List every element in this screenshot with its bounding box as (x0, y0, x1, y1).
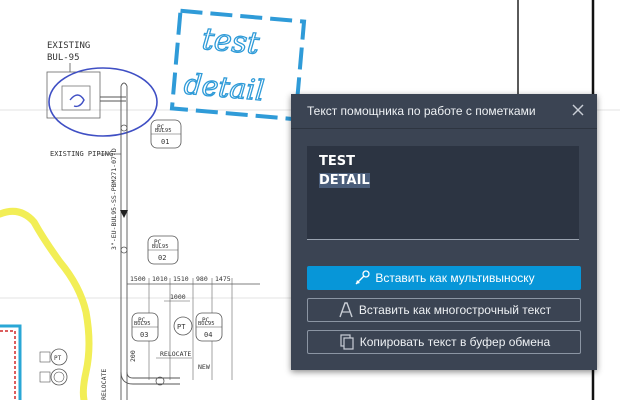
copy-clipboard-button[interactable]: Копировать текст в буфер обмена (307, 330, 581, 354)
tag-label: BUL95 (155, 128, 172, 134)
insert-mtext-button[interactable]: Вставить как многострочный текст (307, 298, 581, 322)
dimension-text: 1510 (173, 275, 189, 283)
dimension-text: 1500 (130, 275, 146, 283)
panel-title: Текст помощника по работе с пометками (307, 104, 536, 118)
copy-clipboard-label: Копировать текст в буфер обмена (359, 335, 551, 349)
pt-label: PT (54, 355, 62, 362)
pipe-spec-label: 3"-EU-BUL95-SS-PBM271-07-D (110, 148, 118, 250)
tag-bubble-01: PC BUL95 01 (150, 119, 182, 149)
title-separator (291, 128, 597, 129)
sketch-circle (48, 67, 158, 137)
insert-mtext-label: Вставить как многострочный текст (358, 303, 552, 317)
insert-mleader-label: Вставить как мультивыноску (375, 271, 535, 285)
tag-label: 04 (204, 331, 212, 339)
markup-frame-cyan (0, 324, 22, 400)
valve-symbol (120, 124, 128, 132)
insert-mleader-button[interactable]: Вставить как мультивыноску (307, 266, 581, 290)
tag-label: BUL95 (198, 321, 215, 327)
pipe-bend (120, 82, 128, 87)
relocate-label: RELOCATE (160, 350, 191, 358)
dimension-text: 200 (129, 350, 137, 362)
new-label: NEW (198, 363, 210, 371)
instrument-box (39, 371, 51, 383)
copy-icon (338, 333, 356, 351)
dimension-text: 1010 (152, 275, 168, 283)
close-icon-glyph (572, 104, 584, 116)
dimension-text: 1475 (215, 275, 231, 283)
markup-assist-panel: Текст помощника по работе с пометками TE… (291, 94, 597, 370)
recognized-text-line1: TEST (319, 154, 355, 169)
valve-symbol (120, 246, 128, 254)
equipment-box (46, 71, 101, 119)
pipe-bottom (126, 371, 180, 379)
tag-label: 02 (158, 254, 166, 262)
left-instrument-pt: PT (50, 348, 68, 366)
recognized-text-line2: DETAIL (319, 173, 370, 188)
tag-bubble-02: PC BUL95 02 (147, 235, 179, 265)
recognized-text-field[interactable]: TEST DETAIL (307, 146, 579, 240)
tag-bubble-03: PC BUL95 03 (131, 312, 159, 342)
handwriting-markup[interactable]: test detail (169, 8, 307, 122)
mtext-icon (337, 301, 355, 319)
instrument-box (39, 351, 51, 363)
dimension-text: 980 (196, 275, 208, 283)
markup-frame-red (0, 330, 16, 400)
close-icon[interactable] (571, 103, 585, 117)
dimension-text: 1000 (170, 293, 186, 301)
left-instrument-pt2 (50, 368, 68, 386)
relocate-vertical-label: RELOCATE (100, 369, 108, 400)
pt-label: PT (177, 323, 186, 331)
tag-label: 03 (140, 331, 148, 339)
handwriting-line1: test (201, 22, 262, 62)
sketch-scribble (69, 94, 85, 108)
bul95-label: BUL-95 (47, 53, 80, 63)
tag-label: BUL95 (134, 321, 151, 327)
existing-label: EXISTING (47, 41, 90, 51)
tag-label: BUL95 (152, 244, 169, 250)
tag-bubble-04: PC BUL95 04 (195, 312, 223, 342)
tag-label: 01 (161, 138, 169, 146)
pt-instrument: PT (173, 316, 193, 336)
handwriting-line2: detail (183, 67, 266, 107)
mleader-icon (353, 269, 371, 287)
